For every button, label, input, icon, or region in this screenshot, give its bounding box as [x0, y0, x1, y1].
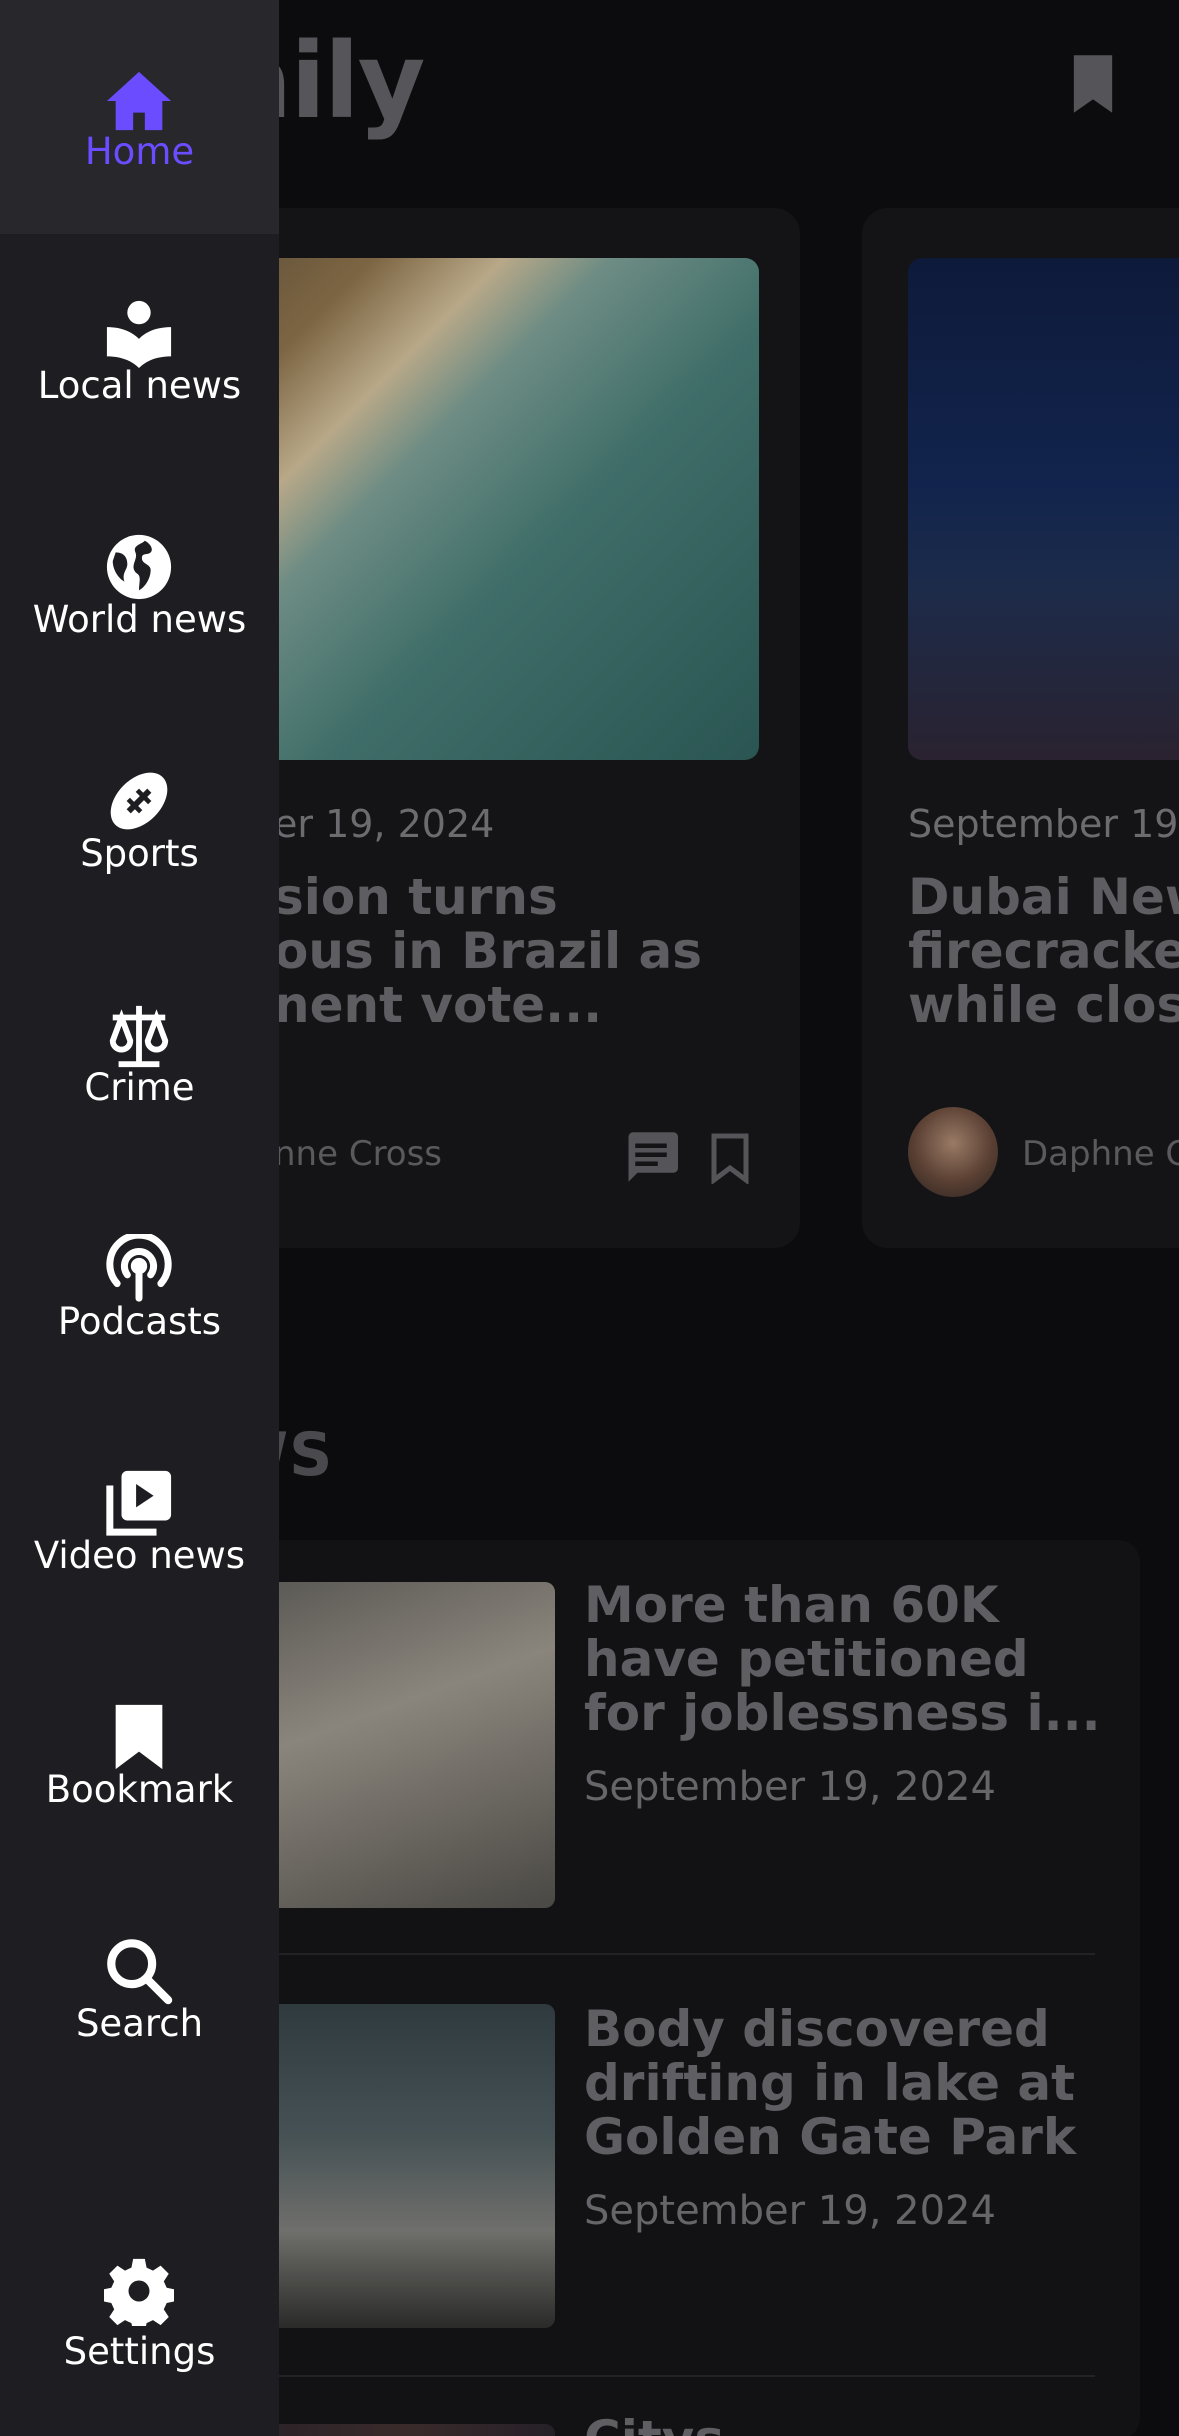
list-item-image: [255, 2424, 555, 2436]
nav-item-label: Crime: [84, 1066, 195, 1109]
nav-item-podcasts[interactable]: Podcasts: [0, 1170, 279, 1404]
author-avatar: [908, 1107, 998, 1197]
football-icon: [104, 766, 174, 836]
search-icon: [104, 1936, 174, 2006]
nav-item-settings[interactable]: Settings: [0, 2202, 279, 2436]
list-item-date: September 19, 2024: [584, 1764, 996, 1810]
podcast-icon: [104, 1234, 174, 1304]
bookmark-icon[interactable]: [1070, 55, 1116, 113]
nav-item-label: Sports: [80, 832, 199, 875]
featured-author: nne Cross: [274, 1134, 443, 1174]
list-item-title-line[interactable]: More than 60K: [584, 1578, 999, 1632]
nav-item-label: Home: [84, 130, 195, 173]
nav-item-label: Local news: [37, 364, 242, 407]
featured-date: September 19: [908, 802, 1179, 846]
nav-item-label: World news: [32, 598, 247, 641]
list-item-image: [255, 1582, 555, 1908]
featured-author: Daphne C: [1022, 1134, 1179, 1174]
comment-icon[interactable]: [624, 1132, 678, 1182]
list-item-title-line[interactable]: drifting in lake at: [584, 2056, 1075, 2110]
featured-headline-line: nent vote...: [274, 976, 603, 1034]
list-item-title-line[interactable]: Citys...: [584, 2412, 781, 2436]
home-icon: [104, 66, 174, 136]
list-item-title-line[interactable]: Body discovered: [584, 2002, 1050, 2056]
local-news-icon: [104, 298, 174, 368]
featured-headline-line: while clos: [908, 976, 1179, 1034]
divider: [255, 1953, 1095, 1955]
nav-item-bookmark[interactable]: Bookmark: [0, 1638, 279, 1872]
video-icon: [104, 1468, 174, 1538]
nav-item-label: Podcasts: [57, 1300, 222, 1343]
featured-headline-line: Dubai New: [908, 868, 1179, 926]
nav-item-sports[interactable]: Sports: [0, 702, 279, 936]
list-item-title-line[interactable]: for joblessness i...: [584, 1686, 1101, 1740]
list-item-title-line[interactable]: have petitioned: [584, 1632, 1029, 1686]
featured-headline-line: ous in Brazil as: [274, 922, 703, 980]
list-item-date: September 19, 2024: [584, 2188, 996, 2234]
nav-item-search[interactable]: Search: [0, 1872, 279, 2106]
divider: [255, 2375, 1095, 2377]
globe-icon: [104, 532, 174, 602]
list-item-title-line[interactable]: Golden Gate Park: [584, 2110, 1076, 2164]
nav-item-label: Bookmark: [45, 1768, 234, 1811]
gear-icon: [104, 2256, 174, 2326]
featured-headline-line: sion turns: [274, 868, 558, 926]
bookmark-outline-icon[interactable]: [710, 1132, 750, 1184]
nav-item-world-news[interactable]: World news: [0, 468, 279, 702]
nav-item-label: Settings: [63, 2330, 216, 2373]
nav-item-label: Search: [75, 2002, 204, 2045]
nav-item-video-news[interactable]: Video news: [0, 1404, 279, 1638]
featured-image: [908, 258, 1179, 760]
nav-item-home[interactable]: Home: [0, 0, 279, 234]
list-item-image: [255, 2004, 555, 2328]
navigation-drawer: Home Local news World news Sports Crime …: [0, 0, 279, 2436]
bookmark-icon: [104, 1702, 174, 1772]
featured-date: er 19, 2024: [274, 802, 495, 846]
nav-item-crime[interactable]: Crime: [0, 936, 279, 1170]
featured-headline-line: firecracke: [908, 922, 1179, 980]
scales-icon: [104, 1000, 174, 1070]
nav-item-local-news[interactable]: Local news: [0, 234, 279, 468]
nav-item-label: Video news: [33, 1534, 246, 1577]
